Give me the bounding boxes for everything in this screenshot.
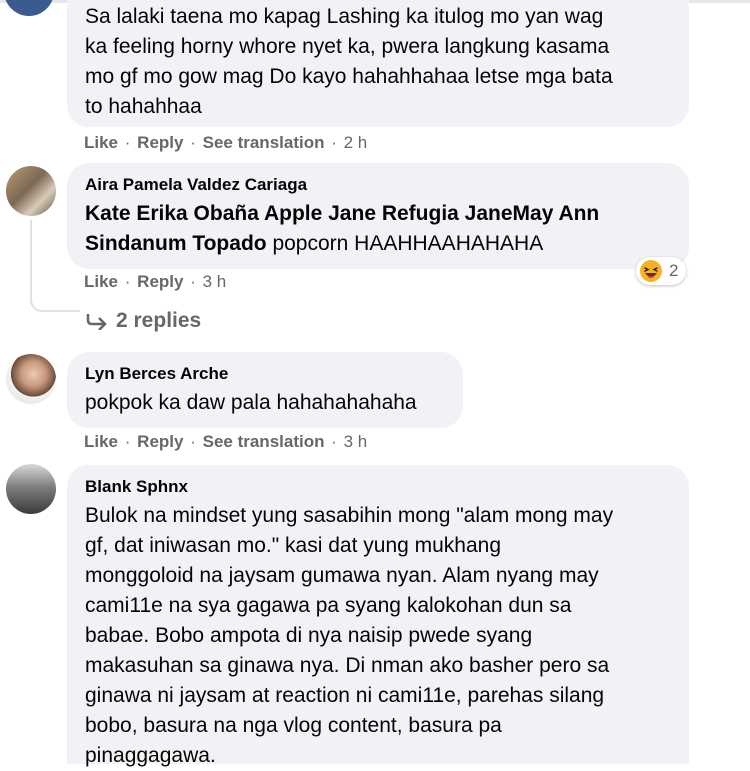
like-button[interactable]: Like [84, 432, 118, 451]
comment-author[interactable]: Lyn Berces Arche [85, 364, 445, 384]
timestamp[interactable]: 3 h [203, 272, 227, 291]
reply-button[interactable]: Reply [137, 133, 183, 152]
comment-bubble: Blank Sphnx Bulok na mindset yung sasabi… [67, 465, 689, 767]
haha-emoji-icon [640, 260, 662, 282]
timestamp[interactable]: 3 h [344, 432, 368, 451]
see-translation-link[interactable]: See translation [203, 133, 325, 152]
comment-bubble: Aira Pamela Valdez Cariaga Kate Erika Ob… [67, 163, 689, 269]
reply-button[interactable]: Reply [137, 272, 183, 291]
see-translation-link[interactable]: See translation [203, 432, 325, 451]
avatar[interactable] [6, 354, 56, 404]
avatar[interactable] [6, 464, 56, 514]
comment-body: popcorn HAAHHAAHAHAHA [266, 232, 544, 255]
comment-actions: Like · Reply · See translation · 2 h [84, 133, 368, 152]
view-replies-link[interactable]: 2 replies [86, 309, 201, 333]
comment-bubble: Sa lalaki taena mo kapag Lashing ka itul… [67, 0, 689, 127]
avatar[interactable] [6, 166, 56, 216]
reaction-summary[interactable]: 2 [636, 257, 687, 285]
comment-actions: Like · Reply · 3 h [84, 272, 227, 291]
reply-arrow-icon [86, 314, 107, 330]
like-button[interactable]: Like [84, 272, 118, 291]
comment-text: Sa lalaki taena mo kapag Lashing ka itul… [85, 5, 613, 118]
like-button[interactable]: Like [84, 133, 118, 152]
comment-text: pokpok ka daw pala hahahahahaha [85, 391, 417, 414]
comment-text: Bulok na mindset yung sasabihin mong "al… [85, 504, 614, 767]
timestamp[interactable]: 2 h [344, 133, 368, 152]
reply-button[interactable]: Reply [137, 432, 183, 451]
comment-actions: Like · Reply · See translation · 3 h [84, 432, 368, 451]
comment-author[interactable]: Blank Sphnx [85, 477, 671, 497]
avatar[interactable] [4, 0, 54, 16]
replies-count-label[interactable]: 2 replies [116, 309, 201, 333]
comment-text: Kate Erika Obaña Apple Jane Refugia Jane… [85, 199, 671, 259]
comment-bubble: Lyn Berces Arche pokpok ka daw pala haha… [67, 352, 463, 428]
reaction-count: 2 [669, 261, 679, 280]
comment-author[interactable]: Aira Pamela Valdez Cariaga [85, 175, 671, 195]
